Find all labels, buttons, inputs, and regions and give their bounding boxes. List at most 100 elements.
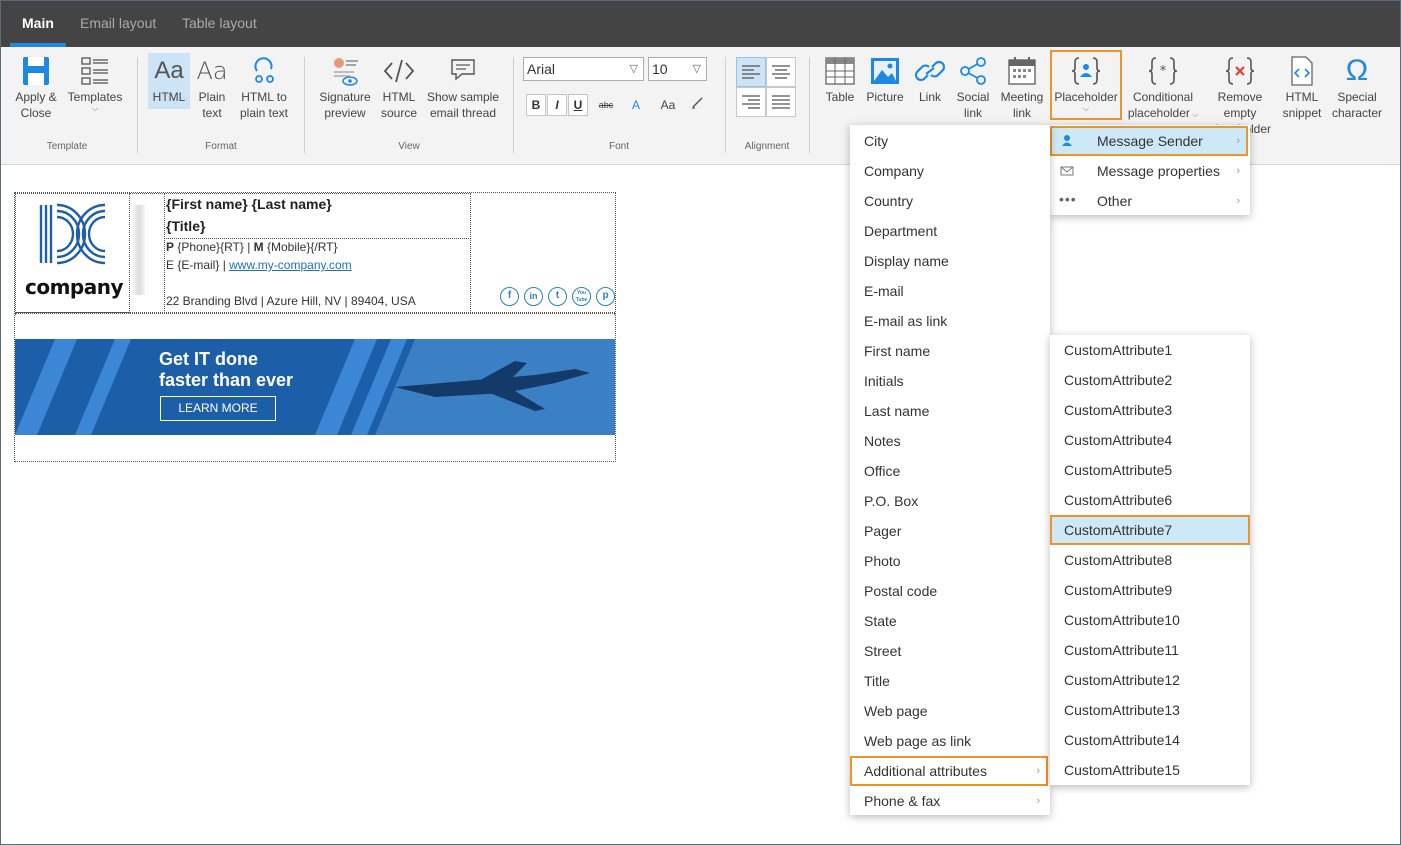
vertical-divider-graphic [133, 205, 145, 295]
strikethrough-button[interactable]: abc [595, 94, 617, 116]
menu-item-label: CustomAttribute10 [1064, 612, 1180, 628]
table-button[interactable]: Table [821, 55, 859, 105]
linkedin-icon[interactable]: in [524, 287, 543, 306]
menu-item-last-name[interactable]: Last name [850, 396, 1048, 426]
menu-item-country[interactable]: Country [850, 186, 1048, 216]
menu-item-web-page-as-link[interactable]: Web page as link [850, 726, 1048, 756]
youtube-icon[interactable]: You Tube [572, 287, 591, 306]
menu-item-pager[interactable]: Pager [850, 516, 1048, 546]
menu-item-customattribute9[interactable]: CustomAttribute9 [1050, 575, 1250, 605]
menu-item-customattribute2[interactable]: CustomAttribute2 [1050, 365, 1250, 395]
placeholder-button[interactable]: Placeholder ⌵ [1050, 50, 1122, 120]
menu-item-initials[interactable]: Initials [850, 366, 1048, 396]
font-color-button[interactable]: A [625, 94, 647, 116]
menu-item-label: Additional attributes [864, 763, 987, 779]
social-link-button[interactable]: Social link [954, 55, 992, 121]
menu-item-customattribute15[interactable]: CustomAttribute15 [1050, 755, 1250, 785]
menu-item-first-name[interactable]: First name [850, 336, 1048, 366]
link-button[interactable]: Link [911, 55, 949, 105]
signature-preview-button[interactable]: Signature preview [317, 55, 373, 121]
pinterest-icon[interactable]: p [596, 287, 615, 306]
menu-item-e-mail[interactable]: E-mail [850, 276, 1048, 306]
menu-item-label: Company [864, 163, 924, 179]
align-center-button[interactable] [766, 57, 796, 87]
change-case-button[interactable]: Aa [657, 94, 679, 116]
menu-item-e-mail-as-link[interactable]: E-mail as link [850, 306, 1048, 336]
banner-image[interactable]: Get IT done faster than ever LEARN MORE [15, 339, 615, 435]
plain-text-button[interactable]: Aa Plain text [193, 55, 231, 121]
bold-button[interactable]: B [526, 94, 546, 116]
align-right-button[interactable] [736, 87, 766, 117]
tab-table-layout[interactable]: Table layout [182, 1, 257, 47]
menu-item-p-o-box[interactable]: P.O. Box [850, 486, 1048, 516]
menu-item-other[interactable]: ••• Other › [1050, 186, 1248, 216]
menu-item-message-sender[interactable]: Message Sender › [1050, 126, 1248, 156]
meeting-link-button[interactable]: Meeting link [997, 55, 1047, 121]
menu-item-notes[interactable]: Notes [850, 426, 1048, 456]
html-source-button[interactable]: HTML source [379, 55, 419, 121]
picture-icon [868, 55, 902, 87]
menu-item-customattribute14[interactable]: CustomAttribute14 [1050, 725, 1250, 755]
menu-item-customattribute8[interactable]: CustomAttribute8 [1050, 545, 1250, 575]
link-icon [913, 55, 947, 87]
tab-main[interactable]: Main [10, 1, 66, 47]
menu-item-label: Last name [864, 403, 930, 419]
special-character-button[interactable]: Ω Special character [1329, 55, 1385, 121]
sample-thread-button[interactable]: Show sample email thread [425, 55, 501, 121]
group-label-template: Template [46, 141, 88, 152]
font-size-select[interactable]: 10 ▽ [648, 57, 707, 81]
menu-item-customattribute6[interactable]: CustomAttribute6 [1050, 485, 1250, 515]
menu-item-display-name[interactable]: Display name [850, 246, 1048, 276]
font-family-select[interactable]: Arial ▽ [523, 57, 644, 81]
menu-item-state[interactable]: State [850, 606, 1048, 636]
menu-item-customattribute3[interactable]: CustomAttribute3 [1050, 395, 1250, 425]
menu-item-label: City [864, 133, 889, 149]
menu-item-office[interactable]: Office [850, 456, 1048, 486]
menu-item-customattribute10[interactable]: CustomAttribute10 [1050, 605, 1250, 635]
templates-button[interactable]: Templates ⌵ [65, 55, 125, 113]
menu-item-customattribute1[interactable]: CustomAttribute1 [1050, 335, 1250, 365]
html-format-button[interactable]: Aa HTML [148, 53, 190, 109]
meeting-label-2: link [1012, 106, 1031, 120]
website-link[interactable]: www.my-company.com [229, 258, 351, 272]
html-format-label: HTML [152, 90, 186, 104]
remove-empty-label-2: empty [1223, 106, 1257, 120]
menu-item-web-page[interactable]: Web page [850, 696, 1048, 726]
learn-more-button[interactable]: LEARN MORE [160, 396, 276, 421]
menu-item-customattribute4[interactable]: CustomAttribute4 [1050, 425, 1250, 455]
menu-item-title[interactable]: Title [850, 666, 1048, 696]
conditional-label-2: placeholder [1127, 106, 1190, 120]
menu-item-postal-code[interactable]: Postal code [850, 576, 1048, 606]
format-painter-button[interactable] [687, 94, 709, 116]
html-snippet-button[interactable]: HTML snippet [1279, 55, 1325, 121]
twitter-icon[interactable]: t [548, 287, 567, 306]
tab-email-layout[interactable]: Email layout [80, 1, 156, 47]
menu-item-photo[interactable]: Photo [850, 546, 1048, 576]
menu-item-city[interactable]: City [850, 126, 1048, 156]
align-justify-button[interactable] [766, 87, 796, 117]
menu-item-phone-fax[interactable]: Phone & fax › [850, 786, 1048, 816]
menu-item-message-properties[interactable]: Message properties › [1050, 156, 1248, 186]
menu-item-customattribute12[interactable]: CustomAttribute12 [1050, 665, 1250, 695]
chevron-right-icon: › [1236, 195, 1240, 207]
menu-item-customattribute5[interactable]: CustomAttribute5 [1050, 455, 1250, 485]
conditional-placeholder-button[interactable]: * Conditional placeholder ⌵ [1126, 55, 1200, 123]
menu-item-customattribute11[interactable]: CustomAttribute11 [1050, 635, 1250, 665]
menu-item-customattribute7[interactable]: CustomAttribute7 [1050, 515, 1250, 545]
italic-button[interactable]: I [547, 94, 567, 116]
underline-button[interactable]: U [568, 94, 588, 116]
menu-item-additional-attributes[interactable]: Additional attributes › [850, 756, 1048, 786]
menu-item-customattribute13[interactable]: CustomAttribute13 [1050, 695, 1250, 725]
menu-item-department[interactable]: Department [850, 216, 1048, 246]
picture-button[interactable]: Picture [863, 55, 907, 105]
html-to-plain-button[interactable]: HTML to plain text [236, 55, 292, 121]
facebook-icon[interactable]: f [500, 287, 519, 306]
menu-item-label: Phone & fax [864, 793, 941, 809]
menu-item-company[interactable]: Company [850, 156, 1048, 186]
chevron-right-icon: › [1036, 765, 1040, 777]
apply-close-button[interactable]: Apply & Close [11, 55, 61, 121]
align-left-button[interactable] [736, 57, 766, 87]
menu-item-label: CustomAttribute9 [1064, 582, 1173, 598]
additional-attributes-menu: CustomAttribute1 CustomAttribute2 CustomAt… [1050, 335, 1250, 785]
menu-item-street[interactable]: Street [850, 636, 1048, 666]
